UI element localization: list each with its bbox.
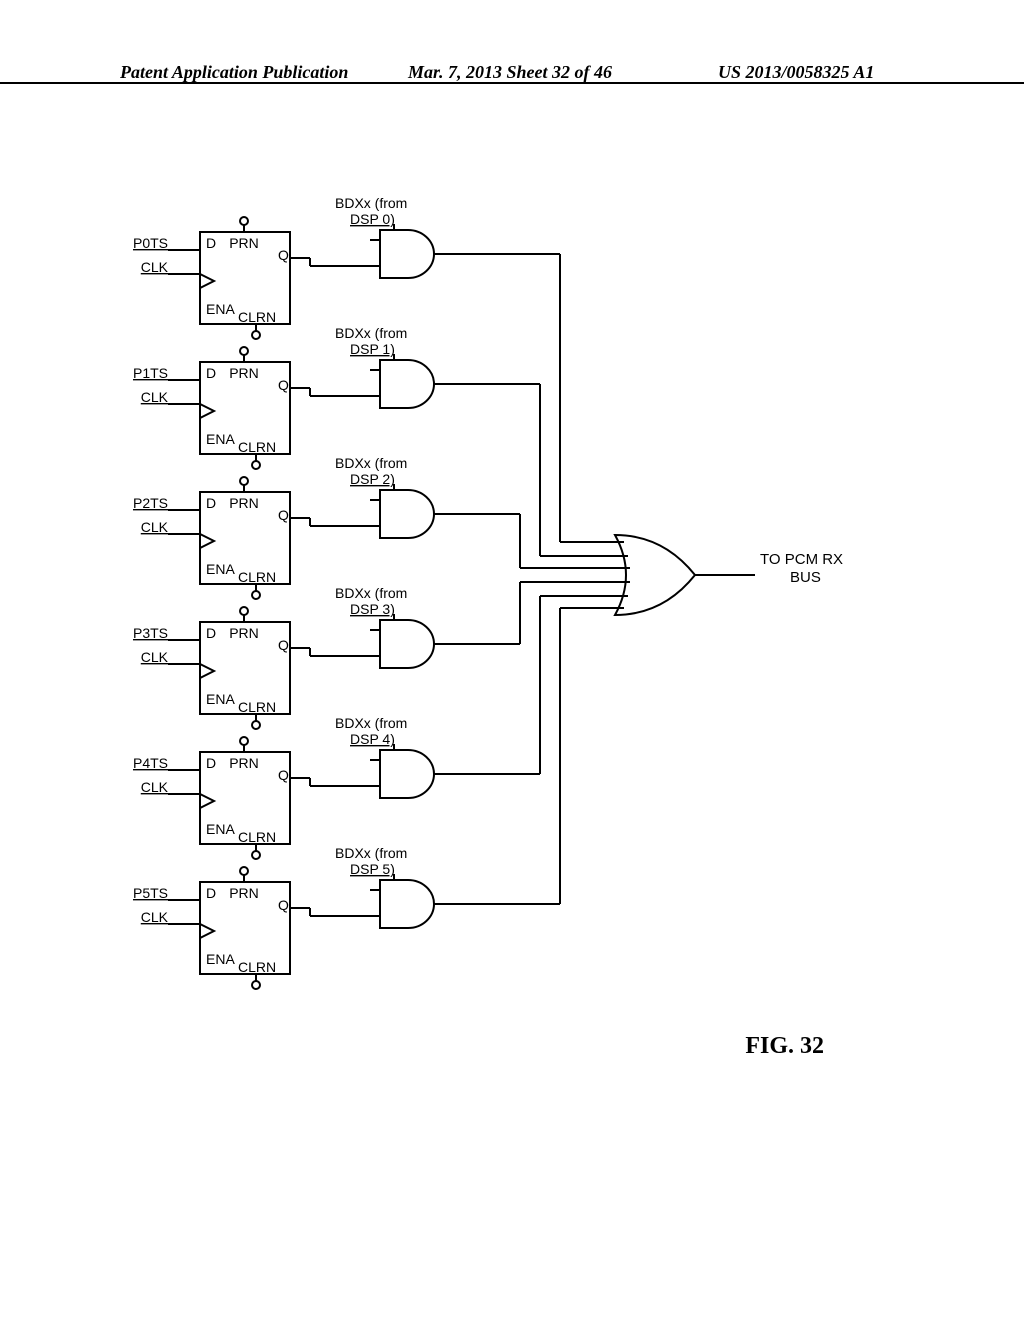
figure-label: FIG. 32	[745, 1033, 824, 1060]
svg-text:BDXx (from: BDXx (from	[335, 455, 407, 471]
header-right: US 2013/0058325 A1	[718, 62, 874, 83]
header-left: Patent Application Publication	[120, 62, 348, 83]
svg-text:CLK: CLK	[141, 909, 169, 925]
svg-text:P5TS: P5TS	[133, 885, 168, 901]
svg-text:P2TS: P2TS	[133, 495, 168, 511]
svg-text:CLK: CLK	[141, 389, 169, 405]
svg-text:P1TS: P1TS	[133, 365, 168, 381]
svg-text:BDXx (from: BDXx (from	[335, 195, 407, 211]
circuit-diagram: D PRN Q ENA CLRN	[0, 180, 1024, 1080]
svg-text:DSP 1): DSP 1)	[350, 341, 395, 357]
svg-text:CLK: CLK	[141, 519, 169, 535]
svg-text:DSP 3): DSP 3)	[350, 601, 395, 617]
svg-text:CLK: CLK	[141, 259, 169, 275]
svg-text:P0TS: P0TS	[133, 235, 168, 251]
header-mid: Mar. 7, 2013 Sheet 32 of 46	[408, 62, 612, 83]
svg-text:DSP 0): DSP 0)	[350, 211, 395, 227]
svg-text:DSP 5): DSP 5)	[350, 861, 395, 877]
svg-text:BDXx (from: BDXx (from	[335, 585, 407, 601]
stage-2: P2TS CLK BDXx (from DSP 2)	[133, 455, 630, 599]
header-rule	[0, 82, 1024, 84]
svg-text:DSP 2): DSP 2)	[350, 471, 395, 487]
stage-3: P3TS CLK BDXx (from DSP 3)	[133, 582, 630, 729]
svg-text:CLK: CLK	[141, 779, 169, 795]
svg-text:BDXx (from: BDXx (from	[335, 715, 407, 731]
svg-text:CLK: CLK	[141, 649, 169, 665]
svg-text:P4TS: P4TS	[133, 755, 168, 771]
output-label-2: BUS	[790, 569, 821, 586]
svg-text:DSP 4): DSP 4)	[350, 731, 395, 747]
svg-text:BDXx (from: BDXx (from	[335, 845, 407, 861]
output-label-1: TO PCM RX	[760, 551, 843, 568]
svg-text:BDXx (from: BDXx (from	[335, 325, 407, 341]
svg-text:P3TS: P3TS	[133, 625, 168, 641]
